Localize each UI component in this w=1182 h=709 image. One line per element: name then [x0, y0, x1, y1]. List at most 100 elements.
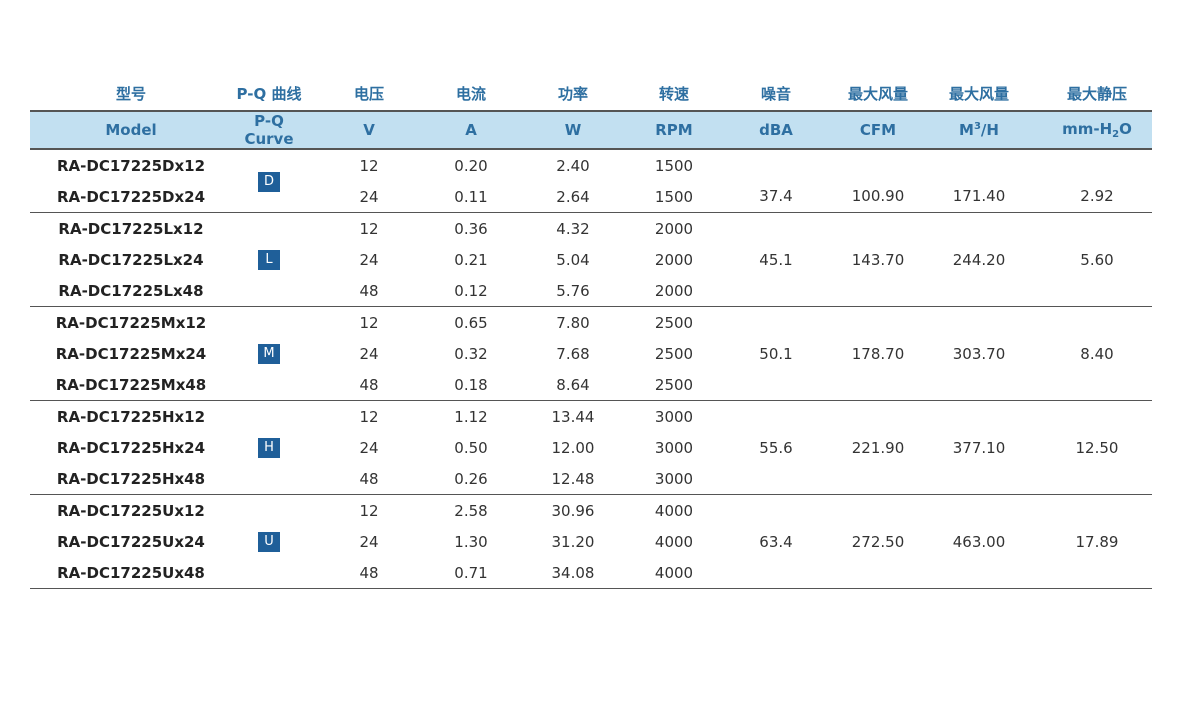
airflow-cfm-cell: 178.70: [840, 306, 916, 401]
noise-cell: 45.1: [712, 212, 840, 307]
model-cell: RA-DC17225Lx48: [30, 275, 232, 307]
header-cn-noise: 噪音: [712, 76, 840, 112]
voltage-cell: 48: [306, 369, 432, 401]
noise-cell: 63.4: [712, 494, 840, 589]
model-cell: RA-DC17225Mx12: [55, 313, 207, 332]
m3h-suffix: /H: [980, 121, 999, 139]
airflow-m3h-cell: 377.10: [916, 400, 1042, 495]
current-cell: 0.21: [454, 250, 488, 269]
header-en-model: Model: [30, 111, 232, 150]
current-cell: 0.50: [454, 438, 488, 457]
model-cell: RA-DC17225Lx24: [58, 250, 204, 269]
airflow-cfm-cell: 272.50: [840, 494, 916, 589]
voltage-cell: 48: [306, 275, 432, 307]
voltage-cell: 12: [359, 501, 379, 520]
current-cell: 0.11: [432, 181, 510, 213]
table-row: RA-DC17225Lx12 L 12 0.36 4.32 2000 45.1 143.70 2…: [30, 212, 1152, 307]
airflow-cfm-cell: 221.90: [840, 400, 916, 495]
power-cell: 12.00: [551, 438, 595, 457]
power-cell: 2.40: [556, 156, 590, 175]
header-cn-power: 功率: [510, 76, 636, 112]
voltage-cell: 24: [306, 181, 432, 213]
table-row: RA-DC17225Mx12 M 12 0.65 7.80 2500 50.1 178.70 3…: [30, 306, 1152, 401]
header-en-current: A: [432, 111, 510, 150]
power-cell: 31.20: [551, 532, 595, 551]
model-cell: RA-DC17225Dx24: [30, 181, 232, 213]
speed-cell: 3000: [636, 463, 712, 495]
speed-cell: 2500: [654, 313, 694, 332]
power-cell: 30.96: [551, 501, 595, 520]
airflow-m3h-cell: 303.70: [916, 306, 1042, 401]
model-cell: RA-DC17225Mx48: [30, 369, 232, 401]
pressure-cell: 2.92: [1042, 149, 1152, 213]
model-cell: RA-DC17225Ux12: [57, 501, 205, 520]
header-row-english: Model P-Q Curve V A W RPM dBA CFM M3/H m…: [30, 111, 1152, 150]
voltage-cell: 12: [359, 313, 379, 332]
airflow-cfm-cell: 143.70: [840, 212, 916, 307]
header-en-voltage: V: [306, 111, 432, 150]
header-cn-voltage: 电压: [306, 76, 432, 112]
header-cn-speed: 转速: [636, 76, 712, 112]
curve-cell: H: [232, 400, 306, 495]
speed-cell: 2500: [636, 369, 712, 401]
speed-cell: 3000: [654, 407, 694, 426]
spec-table-body: RA-DC17225Dx12 D 12 0.20 2.40 1500 37.4 100.90 1…: [30, 149, 1152, 589]
model-cell: RA-DC17225Hx24: [56, 438, 206, 457]
header-cn-curve: P-Q 曲线: [232, 76, 306, 112]
power-cell: 5.76: [510, 275, 636, 307]
current-cell: 0.65: [454, 313, 488, 332]
m3h-superscript: 3: [973, 121, 981, 132]
pressure-suffix: O: [1119, 120, 1132, 138]
pq-curve-badge[interactable]: U: [258, 532, 280, 552]
voltage-cell: 12: [359, 156, 379, 175]
header-row-chinese: 型号 P-Q 曲线 电压 电流 功率 转速 噪音 最大风量 最大风量 最大静压: [30, 76, 1152, 112]
current-cell: 1.30: [454, 532, 488, 551]
voltage-cell: 48: [306, 463, 432, 495]
voltage-cell: 12: [359, 407, 379, 426]
current-cell: 0.32: [454, 344, 488, 363]
curve-cell: M: [232, 306, 306, 401]
current-cell: 0.26: [432, 463, 510, 495]
header-cn-pressure: 最大静压: [1042, 76, 1152, 112]
pq-curve-badge[interactable]: H: [258, 438, 280, 458]
m3h-prefix: M: [959, 121, 974, 139]
voltage-cell: 24: [359, 438, 379, 457]
speed-cell: 4000: [636, 557, 712, 589]
current-cell: 2.58: [454, 501, 488, 520]
model-cell: RA-DC17225Dx12: [56, 156, 206, 175]
power-cell: 4.32: [556, 219, 590, 238]
noise-cell: 37.4: [712, 149, 840, 213]
curve-cell: U: [232, 494, 306, 589]
pressure-cell: 5.60: [1042, 212, 1152, 307]
pq-curve-badge[interactable]: M: [258, 344, 280, 364]
header-en-curve: P-Q Curve: [232, 111, 306, 150]
current-cell: 0.71: [432, 557, 510, 589]
pq-curve-badge[interactable]: D: [258, 171, 280, 192]
speed-cell: 2000: [654, 250, 694, 269]
header-en-power: W: [510, 111, 636, 150]
speed-cell: 3000: [654, 438, 694, 457]
table-row: RA-DC17225Dx12 D 12 0.20 2.40 1500 37.4 100.90 1…: [30, 149, 1152, 213]
curve-cell: D: [232, 149, 306, 213]
power-cell: 7.68: [556, 344, 590, 363]
voltage-cell: 12: [359, 219, 379, 238]
header-en-airflow-m3h: M3/H: [916, 111, 1042, 150]
speed-cell: 4000: [654, 501, 694, 520]
header-en-pressure: mm-H2O: [1042, 111, 1152, 150]
header-cn-current: 电流: [432, 76, 510, 112]
spec-table-container: 型号 P-Q 曲线 电压 电流 功率 转速 噪音 最大风量 最大风量 最大静压 …: [30, 76, 1152, 589]
power-cell: 13.44: [551, 407, 595, 426]
voltage-cell: 24: [359, 344, 379, 363]
airflow-cfm-cell: 100.90: [840, 149, 916, 213]
pressure-cell: 12.50: [1042, 400, 1152, 495]
model-cell: RA-DC17225Hx48: [30, 463, 232, 495]
model-cell: RA-DC17225Ux24: [57, 532, 205, 551]
speed-cell: 2000: [636, 275, 712, 307]
voltage-cell: 24: [359, 532, 379, 551]
noise-cell: 55.6: [712, 400, 840, 495]
power-cell: 7.80: [556, 313, 590, 332]
speed-cell: 2000: [654, 219, 694, 238]
header-cn-airflow-m3h: 最大风量: [916, 76, 1042, 112]
pq-curve-badge[interactable]: L: [258, 250, 280, 270]
model-cell: RA-DC17225Hx12: [56, 407, 206, 426]
